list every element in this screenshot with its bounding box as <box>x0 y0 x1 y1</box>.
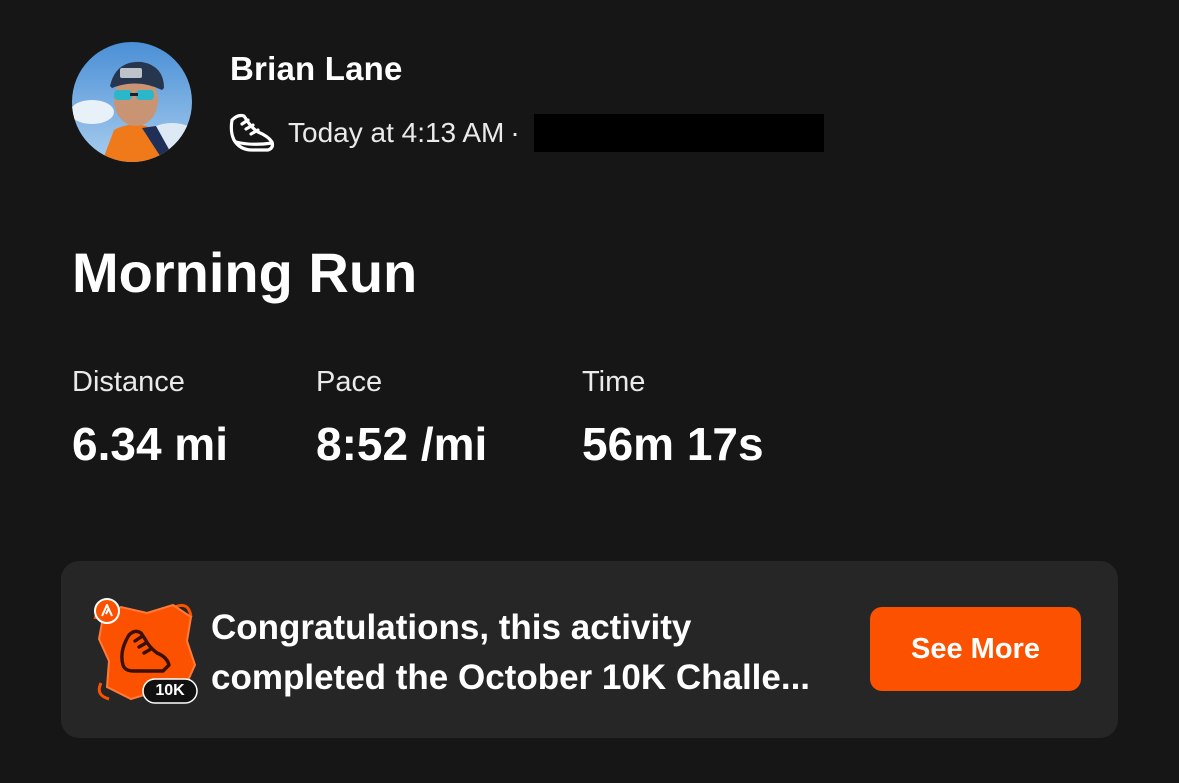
redacted-location <box>533 114 824 152</box>
activity-title[interactable]: Morning Run <box>72 240 417 305</box>
activity-feed-entry: Brian Lane Today at 4:13 AM · Morning Ru… <box>0 0 1179 783</box>
activity-meta: Today at 4:13 AM · <box>228 108 824 158</box>
avatar-photo <box>72 42 192 162</box>
challenge-badge-icon: 10K <box>91 595 207 707</box>
stat-value: 8:52 /mi <box>316 418 488 470</box>
meta-separator: · <box>510 117 520 148</box>
stat-label: Time <box>582 366 646 398</box>
stat-time: Time 56m 17s <box>582 366 764 471</box>
activity-timestamp: Today at 4:13 AM <box>288 117 505 148</box>
see-more-button[interactable]: See More <box>870 607 1081 691</box>
stat-pace: Pace 8:52 /mi <box>316 366 487 471</box>
stat-distance: Distance 6.34 mi <box>72 366 228 471</box>
athlete-name[interactable]: Brian Lane <box>230 50 403 88</box>
challenge-card[interactable]: 10K Congratulations, this activity compl… <box>61 561 1118 738</box>
badge-label: 10K <box>155 682 185 699</box>
stat-label: Pace <box>316 366 383 398</box>
challenge-message-line: completed the October 10K Challe... <box>211 658 811 697</box>
stat-label: Distance <box>72 366 185 398</box>
stat-value: 56m 17s <box>582 418 764 470</box>
running-shoe-icon <box>228 110 278 156</box>
avatar[interactable] <box>72 42 192 162</box>
challenge-message: Congratulations, this activity completed… <box>211 603 861 703</box>
challenge-message-line: Congratulations, this activity <box>211 608 692 647</box>
stat-value: 6.34 mi <box>72 418 228 470</box>
